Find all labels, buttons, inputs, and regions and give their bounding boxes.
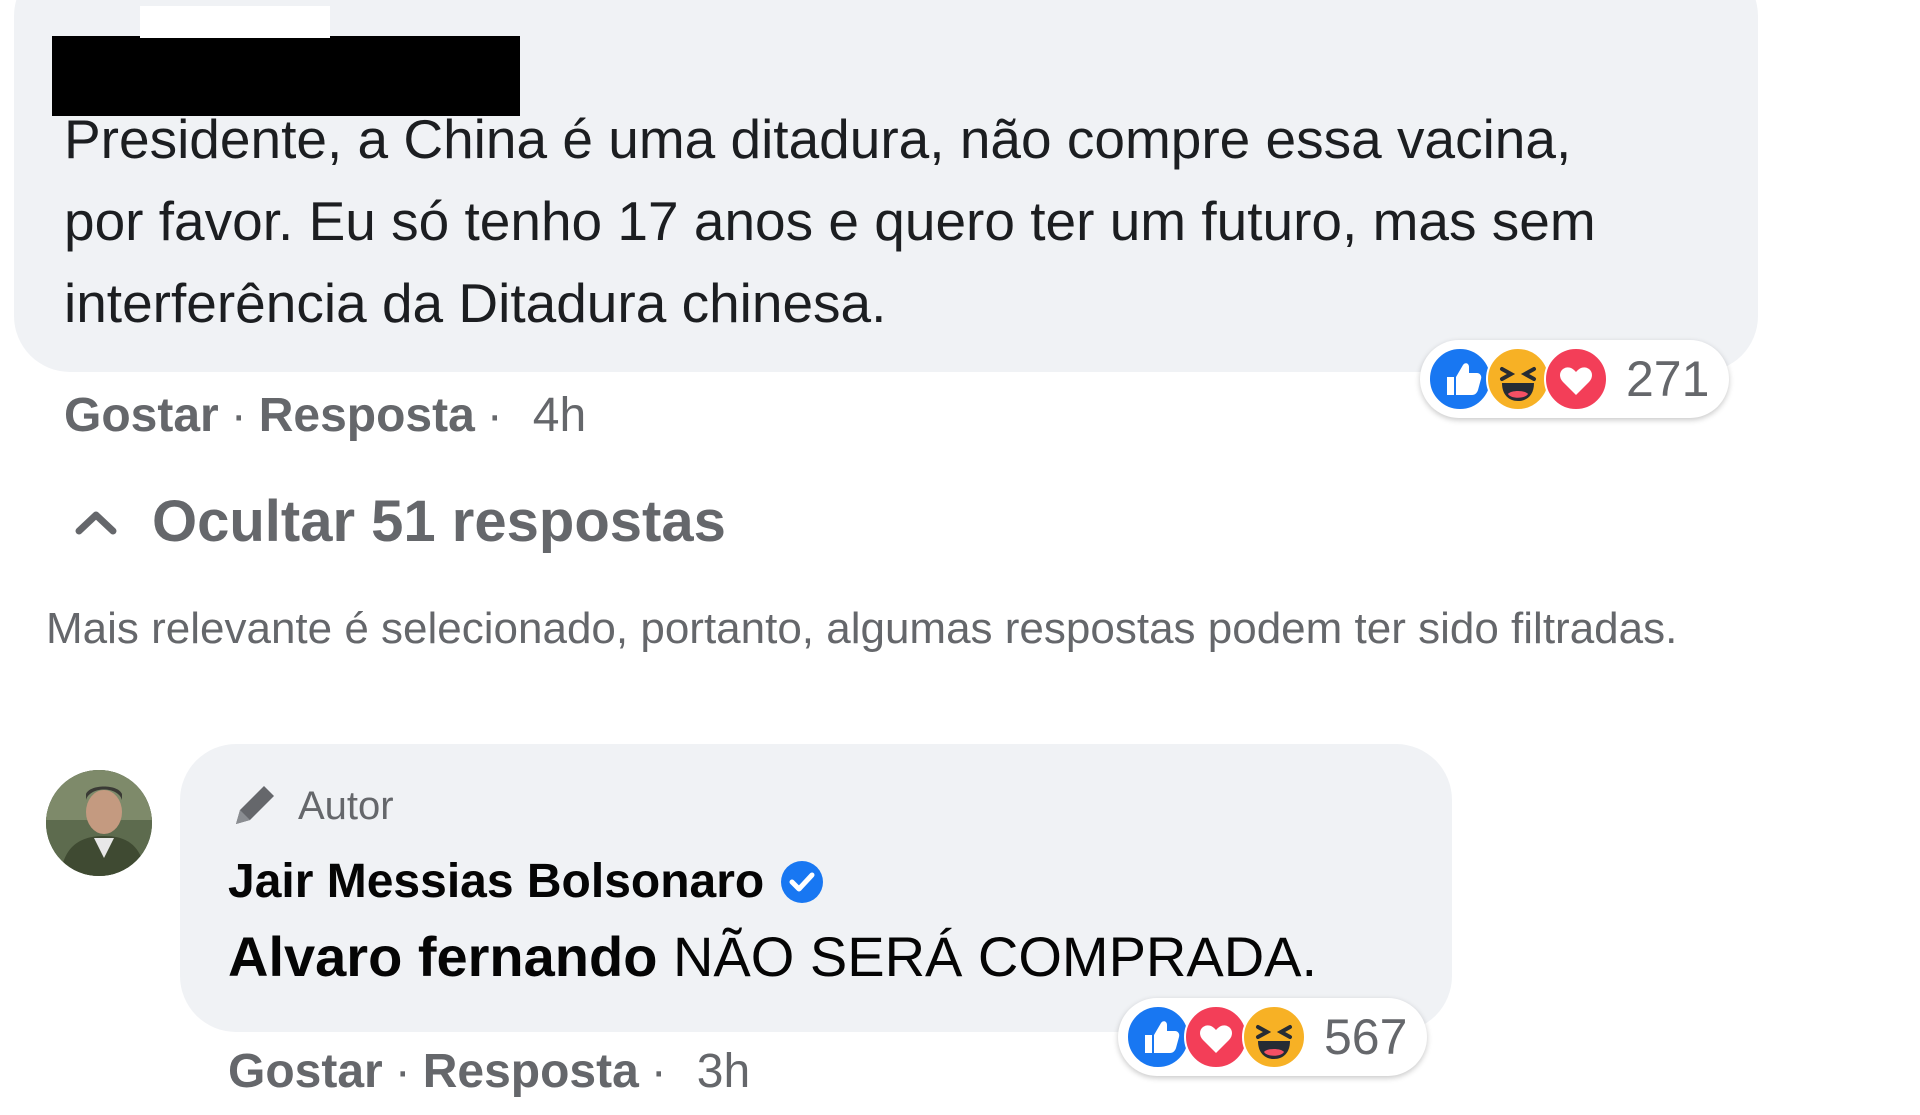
love-icon (1544, 347, 1608, 411)
reply-author: Jair Messias Bolsonaro (228, 854, 826, 909)
like-button[interactable]: Gostar (64, 389, 219, 442)
like-icon (1428, 347, 1492, 411)
chevron-up-icon (75, 511, 117, 534)
hide-replies-label: Ocultar 51 respostas (152, 489, 726, 554)
reaction-summary[interactable]: 271 (1420, 340, 1730, 418)
love-icon (1184, 1005, 1248, 1069)
reply-message: NÃO SERÁ COMPRADA. (672, 925, 1318, 988)
verified-badge-icon (781, 860, 824, 903)
separator: · (486, 389, 503, 442)
author-badge: Autor (228, 780, 394, 832)
author-badge-label: Autor (298, 783, 394, 828)
separator: · (650, 1045, 667, 1098)
hide-replies-button[interactable]: Ocultar 51 respostas (74, 488, 726, 555)
separator: · (230, 389, 247, 442)
filter-note: Mais relevante é selecionado, portanto, … (46, 604, 1678, 653)
reaction-count: 271 (1626, 351, 1710, 407)
avatar-photo (46, 770, 152, 876)
like-button[interactable]: Gostar (228, 1045, 383, 1098)
reaction-count: 567 (1324, 1009, 1408, 1065)
reply-bubble: Autor Jair Messias Bolsonaro Alvaro fern… (180, 744, 1452, 1032)
reaction-summary[interactable]: 567 (1118, 998, 1428, 1076)
haha-icon (1486, 347, 1550, 411)
haha-icon (1242, 1005, 1306, 1069)
pencil-icon (236, 786, 274, 824)
reply-actions: Gostar · Resposta · 3h (228, 1044, 750, 1099)
avatar[interactable] (46, 770, 152, 876)
like-icon (1126, 1005, 1190, 1069)
reply-button[interactable]: Resposta (423, 1045, 639, 1098)
redaction-mark (140, 6, 330, 38)
separator: · (394, 1045, 411, 1098)
reply-text: Alvaro fernando NÃO SERÁ COMPRADA. (228, 924, 1317, 989)
comment-text: Presidente, a China é uma ditadura, não … (64, 108, 1596, 334)
timestamp[interactable]: 4h (533, 389, 586, 442)
mention-link[interactable]: Alvaro fernando (228, 925, 657, 988)
reply-author-name[interactable]: Jair Messias Bolsonaro (228, 854, 764, 909)
reply-button[interactable]: Resposta (259, 389, 475, 442)
comment-actions: Gostar · Resposta · 4h (64, 388, 586, 443)
timestamp[interactable]: 3h (697, 1045, 750, 1098)
